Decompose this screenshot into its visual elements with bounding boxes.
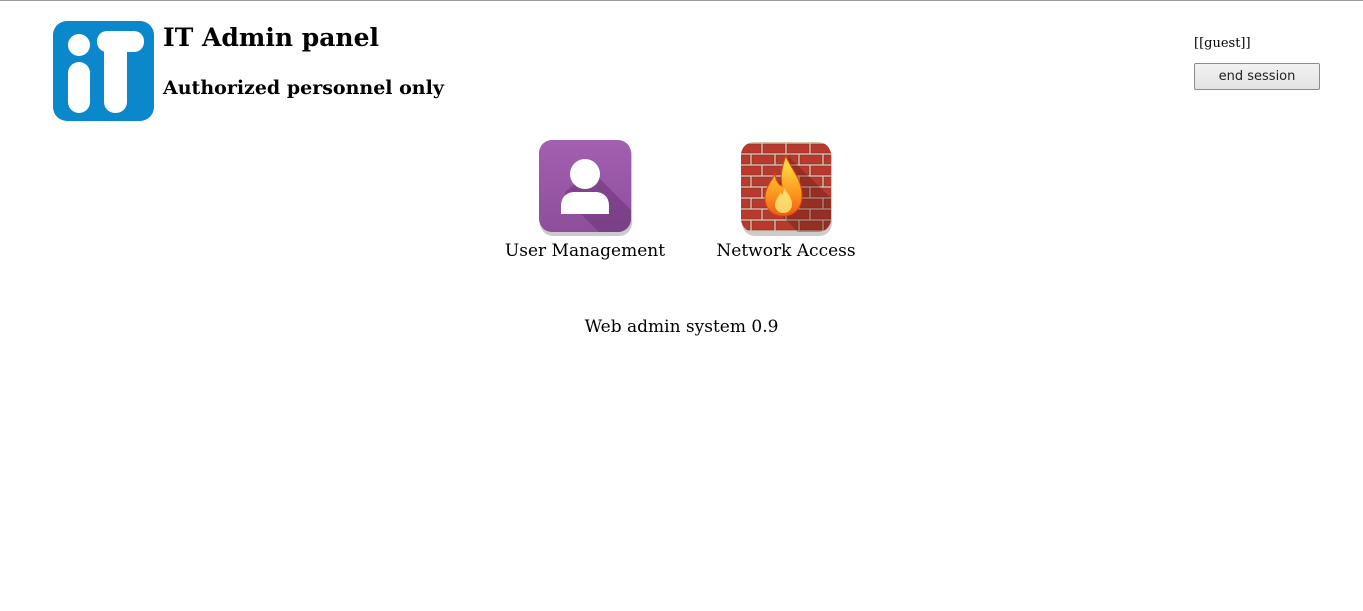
firewall-icon [741,142,832,236]
it-logo [53,21,154,121]
app-network-access[interactable]: Network Access [708,138,864,262]
app-label: User Management [504,241,666,261]
app-label: Network Access [716,241,856,261]
footer-version: Web admin system 0.9 [584,317,779,337]
end-session-button[interactable]: end session [1194,63,1320,90]
page-title: IT Admin panel [163,23,379,52]
top-divider [0,0,1363,1]
app-user-management[interactable]: User Management [500,138,670,262]
page-subtitle: Authorized personnel only [163,77,444,99]
user-icon [539,140,632,236]
current-user-label: [[guest]] [1194,36,1251,51]
